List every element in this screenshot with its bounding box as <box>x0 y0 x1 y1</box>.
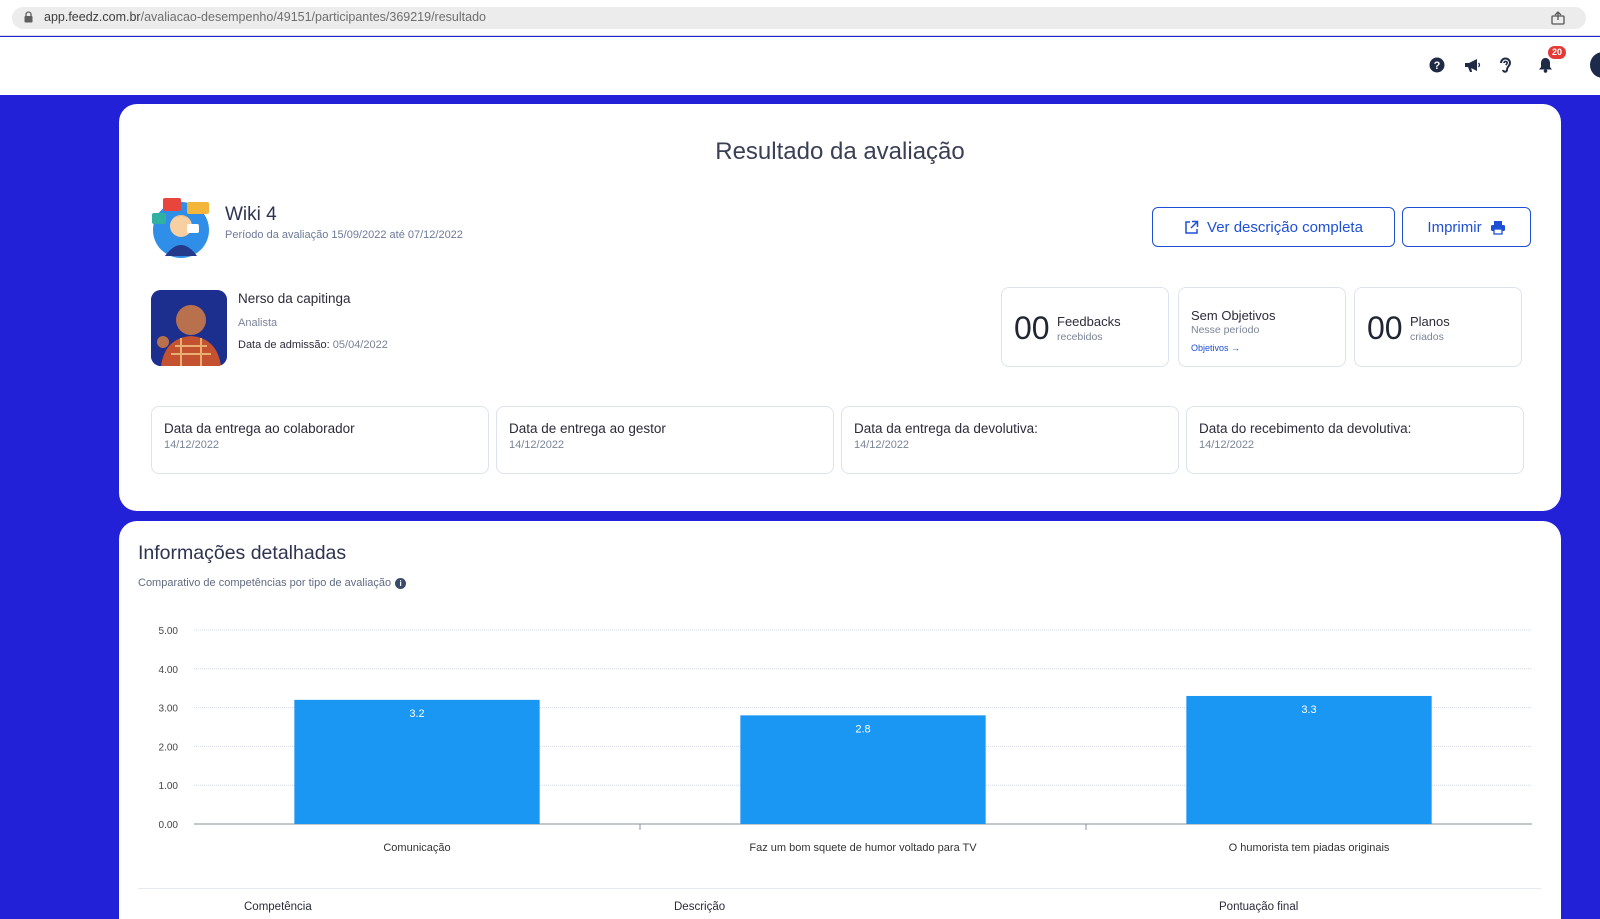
feedbacks-sub: recebidos <box>1057 331 1103 343</box>
plans-label: Planos <box>1410 314 1450 329</box>
result-card: Resultado da avaliação Wiki 4 Período da… <box>119 104 1561 511</box>
help-icon[interactable]: ? <box>1428 56 1446 74</box>
view-full-description-label: Ver descrição completa <box>1207 218 1363 236</box>
objectives-link[interactable]: Objetivos → <box>1191 343 1240 353</box>
evaluation-name: Wiki 4 <box>225 204 277 225</box>
page-title: Resultado da avaliação <box>715 138 965 165</box>
feedbacks-stat: 00 Feedbacks recebidos <box>1001 287 1169 367</box>
table-separator <box>138 888 1541 889</box>
x-category-label: Faz um bom squete de humor voltado para … <box>749 842 977 854</box>
person-role: Analista <box>238 317 278 329</box>
print-label: Imprimir <box>1427 218 1482 236</box>
plans-stat: 00 Planos criados <box>1354 287 1522 367</box>
plans-sub: criados <box>1410 331 1444 343</box>
x-category-label: O humorista tem piadas originais <box>1229 842 1390 854</box>
external-link-icon <box>1185 220 1199 234</box>
bell-icon[interactable] <box>1536 56 1554 74</box>
bar-value-label: 2.8 <box>855 723 870 735</box>
date-value: 14/12/2022 <box>164 439 220 451</box>
feedbacks-count: 00 <box>1014 310 1050 346</box>
date-label: Data da entrega da devolutiva: <box>854 421 1038 436</box>
svg-text:?: ? <box>1434 60 1441 72</box>
date-value: 14/12/2022 <box>509 439 565 451</box>
y-tick-label: 2.00 <box>159 742 179 753</box>
y-tick-label: 3.00 <box>159 704 179 715</box>
date-value: 14/12/2022 <box>1199 439 1255 451</box>
browser-address-bar: app.feedz.com.br/avaliacao-desempenho/49… <box>0 0 1600 36</box>
megaphone-icon[interactable] <box>1463 56 1481 74</box>
column-header-final-score: Pontuação final <box>1219 901 1299 913</box>
date-box-feedback-receipt: Data do recebimento da devolutiva: 14/12… <box>1186 406 1524 474</box>
details-card: Informações detalhadas Comparativo de co… <box>119 521 1561 919</box>
date-label: Data de entrega ao gestor <box>509 421 666 436</box>
date-box-manager: Data de entrega ao gestor 14/12/2022 <box>496 406 834 474</box>
lock-icon <box>24 11 33 23</box>
date-value: 14/12/2022 <box>854 439 910 451</box>
arrow-right-icon: → <box>1231 343 1241 353</box>
column-header-competency: Competência <box>244 901 312 913</box>
notification-badge: 20 <box>1548 46 1566 59</box>
evaluation-illustration-icon <box>152 198 209 258</box>
y-tick-label: 0.00 <box>159 820 179 831</box>
url-text[interactable]: app.feedz.com.br/avaliacao-desempenho/49… <box>44 10 486 24</box>
y-tick-label: 4.00 <box>159 665 179 676</box>
person-name: Nerso da capitinga <box>238 291 351 306</box>
view-full-description-button[interactable]: Ver descrição completa <box>1152 207 1395 247</box>
column-header-description: Descrição <box>674 901 726 913</box>
feedbacks-label: Feedbacks <box>1057 314 1121 329</box>
bar-value-label: 3.3 <box>1301 704 1316 716</box>
y-tick-label: 1.00 <box>159 781 179 792</box>
admission-date: Data de admissão: 05/04/2022 <box>238 339 388 351</box>
share-icon[interactable] <box>1550 10 1566 26</box>
y-tick-label: 5.00 <box>159 626 179 637</box>
date-box-collaborator: Data da entrega ao colaborador 14/12/202… <box>151 406 489 474</box>
app-header <box>0 37 1600 95</box>
date-label: Data do recebimento da devolutiva: <box>1199 421 1412 436</box>
person-photo <box>151 290 227 366</box>
plans-count: 00 <box>1367 310 1403 346</box>
print-button[interactable]: Imprimir <box>1402 207 1531 247</box>
objectives-title: Sem Objetivos <box>1191 308 1276 323</box>
ear-icon[interactable] <box>1496 56 1514 74</box>
printer-icon <box>1490 220 1505 235</box>
competency-bar-chart: 0.00 1.00 2.00 3.00 4.00 5.00 3.2 Comunicação 2.… <box>159 626 1532 854</box>
bar-value-label: 3.2 <box>409 708 424 720</box>
x-category-label: Comunicação <box>383 842 450 854</box>
date-box-feedback-delivery: Data da entrega da devolutiva: 14/12/202… <box>841 406 1179 474</box>
date-label: Data da entrega ao colaborador <box>164 421 355 436</box>
evaluation-period: Período da avaliação 15/09/2022 até 07/1… <box>225 229 463 241</box>
objectives-stat: Sem Objetivos Nesse período Objetivos → <box>1178 287 1346 367</box>
objectives-sub: Nesse período <box>1191 324 1260 336</box>
